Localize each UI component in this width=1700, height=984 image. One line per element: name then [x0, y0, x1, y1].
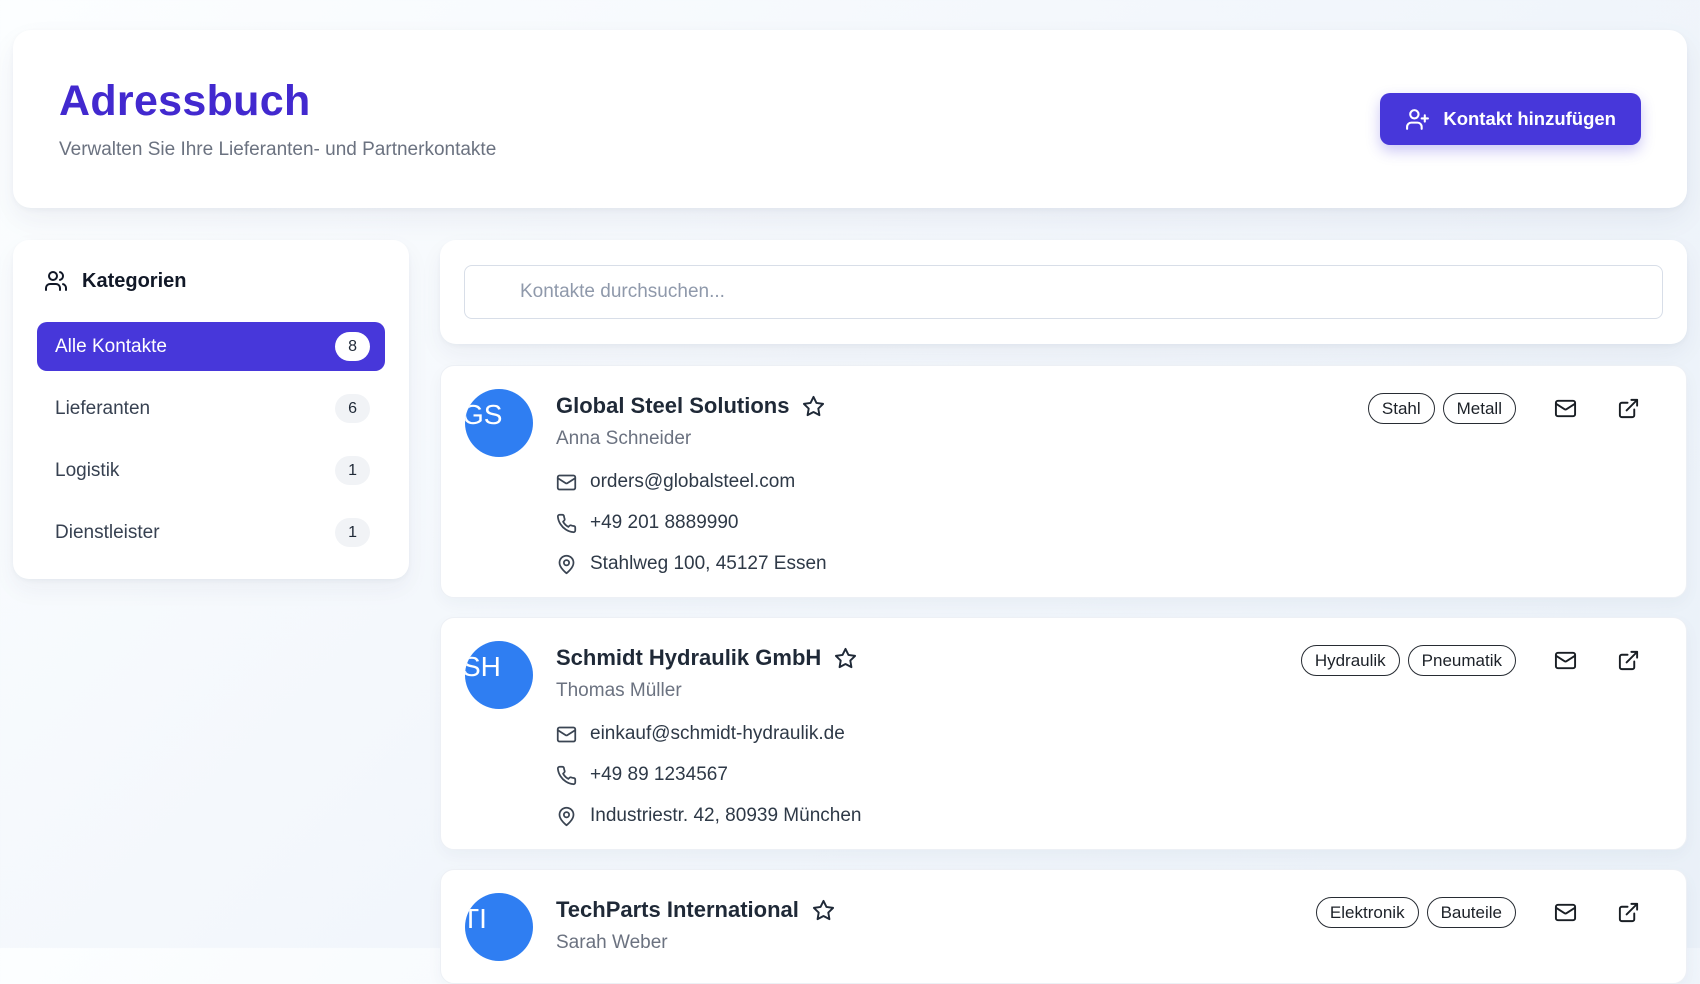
- phone-row: +49 201 8889990: [556, 512, 1360, 534]
- contact-info: TechParts International Sarah Weber: [556, 893, 1308, 954]
- contact-info: Global Steel Solutions Anna Schneider or…: [556, 389, 1360, 575]
- users-icon: [44, 269, 68, 293]
- user-plus-icon: [1405, 107, 1430, 132]
- tag: Pneumatik: [1408, 645, 1516, 676]
- tag: Metall: [1443, 393, 1516, 424]
- sidebar-item-logistik[interactable]: Logistik 1: [37, 446, 385, 495]
- contact-person: Thomas Müller: [556, 680, 1293, 702]
- tag: Stahl: [1368, 393, 1435, 424]
- card-actions: Elektronik Bauteile: [1308, 895, 1646, 930]
- add-contact-button[interactable]: Kontakt hinzufügen: [1380, 93, 1641, 145]
- name-row: Schmidt Hydraulik GmbH: [556, 645, 1293, 671]
- tag: Bauteile: [1427, 897, 1516, 928]
- mail-icon: [556, 472, 577, 493]
- company-name: Schmidt Hydraulik GmbH: [556, 645, 821, 671]
- send-mail-button[interactable]: [1548, 391, 1583, 426]
- category-label: Lieferanten: [55, 398, 150, 420]
- map-pin-icon: [556, 806, 577, 827]
- contact-details: einkauf@schmidt-hydraulik.de +49 89 1234…: [556, 723, 1293, 827]
- page-title: Adressbuch: [59, 77, 496, 126]
- external-link-icon: [1617, 901, 1640, 924]
- address-row: Industriestr. 42, 80939 München: [556, 805, 1293, 827]
- address-row: Stahlweg 100, 45127 Essen: [556, 553, 1360, 575]
- page-subtitle: Verwalten Sie Ihre Lieferanten- und Part…: [59, 139, 496, 161]
- avatar: GS: [465, 389, 533, 457]
- contact-person: Sarah Weber: [556, 932, 1308, 954]
- contact-details: orders@globalsteel.com +49 201 8889990 S…: [556, 471, 1360, 575]
- add-contact-label: Kontakt hinzufügen: [1443, 108, 1616, 130]
- category-label: Alle Kontakte: [55, 336, 167, 358]
- send-mail-button[interactable]: [1548, 643, 1583, 678]
- email-row: orders@globalsteel.com: [556, 471, 1360, 493]
- name-row: TechParts International: [556, 897, 1308, 923]
- category-label: Dienstleister: [55, 522, 160, 544]
- page: Adressbuch Verwalten Sie Ihre Lieferante…: [0, 0, 1700, 984]
- category-count-badge: 8: [335, 332, 370, 361]
- header-card: Adressbuch Verwalten Sie Ihre Lieferante…: [13, 30, 1687, 208]
- external-link-icon: [1617, 649, 1640, 672]
- content: Kategorien Alle Kontakte 8 Lieferanten 6…: [13, 240, 1687, 984]
- avatar-initials: TI: [465, 905, 487, 933]
- open-contact-button[interactable]: [1611, 895, 1646, 930]
- mail-icon: [1554, 901, 1577, 924]
- avatar-initials: GS: [465, 401, 502, 429]
- sidebar-item-dienstleister[interactable]: Dienstleister 1: [37, 508, 385, 557]
- phone-row: +49 89 1234567: [556, 764, 1293, 786]
- mail-icon: [1554, 397, 1577, 420]
- name-row: Global Steel Solutions: [556, 393, 1360, 419]
- email-row: einkauf@schmidt-hydraulik.de: [556, 723, 1293, 745]
- contact-card: SH Schmidt Hydraulik GmbH Thomas Müller: [440, 617, 1687, 850]
- email-value: orders@globalsteel.com: [590, 471, 795, 493]
- header-text: Adressbuch Verwalten Sie Ihre Lieferante…: [59, 77, 496, 161]
- address-value: Industriestr. 42, 80939 München: [590, 805, 861, 827]
- avatar: TI: [465, 893, 533, 961]
- favorite-star-icon[interactable]: [834, 647, 857, 670]
- search-card: [440, 240, 1687, 344]
- send-mail-button[interactable]: [1548, 895, 1583, 930]
- phone-icon: [556, 765, 577, 786]
- search-input[interactable]: [464, 265, 1663, 319]
- tag: Hydraulik: [1301, 645, 1400, 676]
- sidebar-item-alle-kontakte[interactable]: Alle Kontakte 8: [37, 322, 385, 371]
- category-count-badge: 1: [335, 518, 370, 547]
- address-value: Stahlweg 100, 45127 Essen: [590, 553, 827, 575]
- favorite-star-icon[interactable]: [802, 395, 825, 418]
- category-label: Logistik: [55, 460, 119, 482]
- category-list: Alle Kontakte 8 Lieferanten 6 Logistik 1…: [37, 322, 385, 557]
- sidebar-title: Kategorien: [82, 270, 186, 293]
- mail-icon: [1554, 649, 1577, 672]
- category-count-badge: 1: [335, 456, 370, 485]
- category-count-badge: 6: [335, 394, 370, 423]
- email-value: einkauf@schmidt-hydraulik.de: [590, 723, 845, 745]
- sidebar-header: Kategorien: [37, 269, 385, 293]
- map-pin-icon: [556, 554, 577, 575]
- phone-icon: [556, 513, 577, 534]
- external-link-icon: [1617, 397, 1640, 420]
- main-column: GS Global Steel Solutions Anna Schneider: [440, 240, 1687, 984]
- avatar-initials: SH: [465, 653, 501, 681]
- open-contact-button[interactable]: [1611, 391, 1646, 426]
- contact-list: GS Global Steel Solutions Anna Schneider: [440, 365, 1687, 984]
- company-name: Global Steel Solutions: [556, 393, 789, 419]
- mail-icon: [556, 724, 577, 745]
- tag: Elektronik: [1316, 897, 1419, 928]
- favorite-star-icon[interactable]: [812, 899, 835, 922]
- company-name: TechParts International: [556, 897, 799, 923]
- contact-person: Anna Schneider: [556, 428, 1360, 450]
- card-actions: Stahl Metall: [1360, 391, 1646, 426]
- card-actions: Hydraulik Pneumatik: [1293, 643, 1646, 678]
- phone-value: +49 89 1234567: [590, 764, 728, 786]
- phone-value: +49 201 8889990: [590, 512, 738, 534]
- contact-info: Schmidt Hydraulik GmbH Thomas Müller ein…: [556, 641, 1293, 827]
- categories-sidebar: Kategorien Alle Kontakte 8 Lieferanten 6…: [13, 240, 409, 579]
- open-contact-button[interactable]: [1611, 643, 1646, 678]
- avatar: SH: [465, 641, 533, 709]
- contact-card: TI TechParts International Sarah Weber E…: [440, 869, 1687, 984]
- contact-card: GS Global Steel Solutions Anna Schneider: [440, 365, 1687, 598]
- sidebar-item-lieferanten[interactable]: Lieferanten 6: [37, 384, 385, 433]
